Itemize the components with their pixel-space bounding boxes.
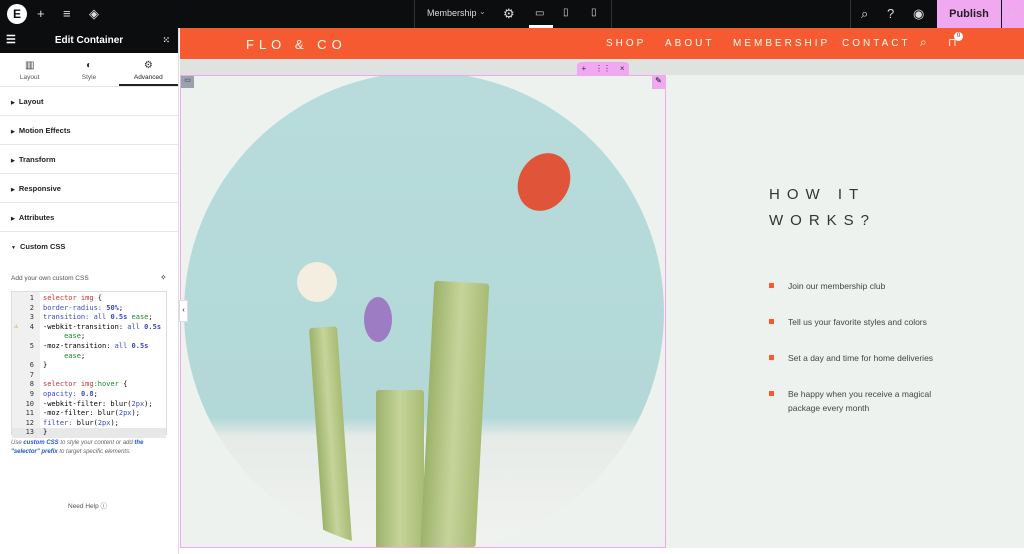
cart-count-badge: 0	[954, 32, 963, 41]
tab-style[interactable]: ◐ Style	[59, 53, 118, 86]
section-responsive[interactable]: ▶ Responsive	[0, 174, 178, 203]
top-bar: E + ≡ ◈ Membership ⌄ ⚙ ▭ ▯ ▯ ⌕ ? ◉ Publi…	[0, 0, 1024, 28]
bullet-square-icon	[769, 319, 774, 324]
tab-label: Layout	[19, 74, 40, 81]
collapse-panel-toggle[interactable]: ‹	[179, 300, 188, 322]
nav-contact[interactable]: CONTACT	[842, 38, 911, 49]
ai-sparkle-icon[interactable]: ✧	[160, 273, 167, 282]
edit-pencil-icon[interactable]: ✎	[652, 76, 665, 89]
panel-header: ☰ Edit Container ⁙	[0, 28, 178, 53]
container-handle: + ⋮⋮ ×	[577, 62, 629, 75]
page-settings-bar: Membership ⌄ ⚙ ▭ ▯ ▯	[414, 0, 612, 28]
search-icon[interactable]: ⌕	[920, 35, 927, 50]
add-icon[interactable]: +	[581, 64, 586, 73]
how-it-works-heading: HOW IT WORKS?	[769, 186, 877, 229]
tab-layout[interactable]: ▥ Layout	[0, 53, 59, 86]
bullet-square-icon	[769, 391, 774, 396]
steps-list: Join our membership club Tell us your fa…	[769, 279, 939, 437]
tab-advanced[interactable]: ⚙ Advanced	[118, 53, 178, 86]
mobile-icon[interactable]: ▯	[591, 7, 597, 18]
tablet-icon[interactable]: ▯	[563, 7, 569, 18]
image-column[interactable]: ▭ ✎	[180, 75, 666, 548]
site-header: FLO & CO SHOP ABOUT MEMBERSHIP CONTACT ⌕…	[180, 28, 1024, 59]
section-custom-css[interactable]: ▼ Custom CSS	[0, 232, 178, 261]
flower-image[interactable]	[184, 76, 664, 547]
site-logo[interactable]: FLO & CO	[246, 37, 347, 52]
list-item: Tell us your favorite styles and colors	[769, 315, 939, 329]
panel-tabs: ▥ Layout ◐ Style ⚙ Advanced	[0, 53, 178, 87]
nav-membership[interactable]: MEMBERSHIP	[733, 38, 830, 49]
menu-icon[interactable]: ☰	[6, 28, 16, 53]
section-transform[interactable]: ▶ Transform	[0, 145, 178, 174]
list-item: Set a day and time for home deliveries	[769, 351, 939, 365]
column-handle-icon[interactable]: ▭	[181, 76, 194, 88]
editor-panel: ☰ Edit Container ⁙ ▥ Layout ◐ Style ⚙ Advan…	[0, 28, 179, 554]
custom-css-link[interactable]: custom CSS	[23, 440, 58, 446]
gear-icon[interactable]: ⚙	[503, 6, 515, 22]
custom-css-help: Use custom CSS to style your content or …	[11, 440, 144, 455]
elementor-logo-icon[interactable]: E	[7, 4, 27, 24]
search-icon[interactable]: ⌕	[861, 6, 868, 22]
nav-about[interactable]: ABOUT	[665, 38, 714, 49]
section-attributes[interactable]: ▶ Attributes	[0, 203, 178, 232]
need-help-link[interactable]: Need Help ⓘ	[68, 500, 107, 510]
grid-icon[interactable]: ⁙	[162, 28, 170, 53]
layout-icon: ▥	[24, 60, 35, 71]
panel-title: Edit Container	[54, 35, 124, 46]
content-container[interactable]: ▭ ✎ HOW IT WORKS? Join our membership clu…	[180, 75, 1024, 548]
publish-options-chevron-icon[interactable]: ⌄	[1002, 0, 1024, 28]
publish-button[interactable]: Publish	[937, 0, 1001, 28]
add-icon[interactable]: +	[37, 6, 45, 21]
list-item: Be happy when you receive a magical pack…	[769, 387, 939, 415]
chevron-down-icon: ⌄	[479, 7, 486, 16]
bullet-square-icon	[769, 355, 774, 360]
section-motion-effects[interactable]: ▶ Motion Effects	[0, 116, 178, 145]
tab-label: Style	[81, 74, 97, 81]
custom-css-label: Add your own custom CSS	[11, 275, 89, 282]
list-item: Join our membership club	[769, 279, 939, 293]
layers-icon[interactable]: ◈	[89, 6, 99, 22]
section-layout[interactable]: ▶ Layout	[0, 87, 178, 116]
contrast-icon: ◐	[85, 60, 93, 71]
tab-label: Advanced	[133, 74, 163, 81]
help-icon[interactable]: ?	[887, 6, 894, 21]
desktop-icon[interactable]: ▭	[535, 8, 544, 19]
preview-eye-icon[interactable]: ◉	[913, 6, 924, 22]
nav-shop[interactable]: SHOP	[606, 38, 646, 49]
page-name-dropdown[interactable]: Membership	[427, 8, 477, 18]
settings-sliders-icon[interactable]: ≡	[63, 6, 71, 21]
warning-icon: ⚠	[14, 322, 19, 330]
help-icon: ⓘ	[100, 503, 108, 510]
bullet-square-icon	[769, 283, 774, 288]
gear-icon: ⚙	[143, 60, 153, 71]
css-code-editor[interactable]: 1 selector img { 2 border-radius: 50%; 3 tr…	[11, 291, 167, 438]
close-icon[interactable]: ×	[620, 64, 625, 73]
drag-icon[interactable]: ⋮⋮	[595, 64, 611, 73]
